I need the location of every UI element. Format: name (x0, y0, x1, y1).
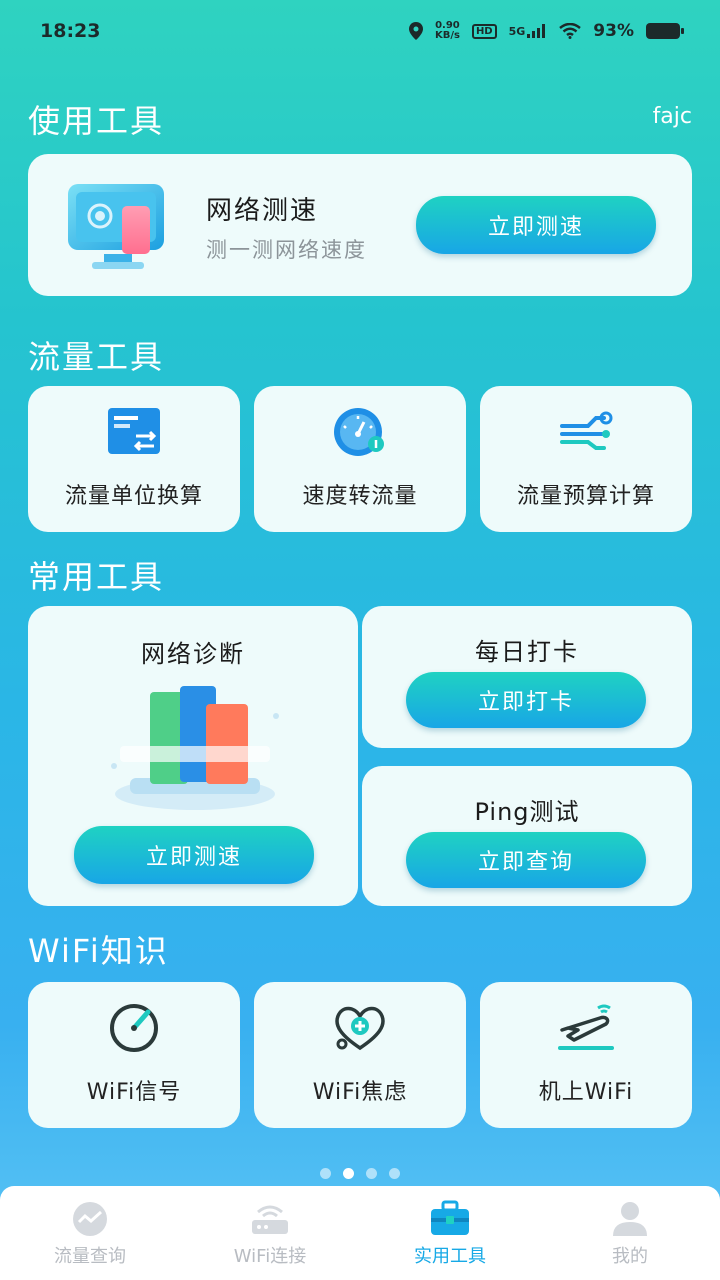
speed-test-card: 网络测速 测一测网络速度 立即测速 (28, 154, 692, 296)
page-dot[interactable] (366, 1168, 377, 1179)
nav-item-traffic-query[interactable]: 流量查询 (0, 1186, 180, 1280)
user-tag: fajc (652, 104, 692, 129)
nav-label: WiFi连接 (233, 1246, 307, 1267)
tool-budget-calc[interactable]: 流量预算计算 (480, 386, 692, 532)
tool-unit-convert[interactable]: 流量单位换算 (28, 386, 240, 532)
ping-test-card: Ping测试 立即查询 (362, 766, 692, 906)
diagnose-speed-test-button[interactable]: 立即测速 (74, 826, 314, 884)
profile-icon (613, 1202, 647, 1236)
unit-convert-icon (108, 408, 160, 454)
status-time: 18:23 (40, 20, 101, 42)
tool-label: 流量预算计算 (516, 484, 655, 509)
status-bar: 18:23 0.90 KB/s HD 5G 93% (0, 0, 720, 62)
tool-label: 速度转流量 (302, 484, 418, 509)
section-title-use-tools: 使用工具 (28, 102, 165, 140)
signal-gauge-icon (110, 1004, 158, 1052)
speed-test-subtitle: 测一测网络速度 (206, 238, 367, 262)
nav-item-profile[interactable]: 我的 (540, 1186, 720, 1280)
ping-query-button[interactable]: 立即查询 (406, 832, 646, 888)
airplane-wifi-icon (558, 1004, 614, 1050)
tool-speed-to-traffic[interactable]: 速度转流量 (254, 386, 466, 532)
network-diagnose-card: 网络诊断 立即测速 (28, 606, 358, 906)
speed-test-title: 网络测速 (206, 196, 319, 226)
nav-item-wifi-connect[interactable]: WiFi连接 (180, 1186, 360, 1280)
network-diagnose-title: 网络诊断 (141, 640, 245, 668)
start-speed-test-button[interactable]: 立即测速 (416, 196, 656, 254)
signal-5g: 5G (509, 24, 548, 38)
nav-label: 我的 (612, 1246, 648, 1267)
page-indicator (0, 1168, 720, 1179)
wifi-anxiety-card[interactable]: WiFi焦虑 (254, 982, 466, 1128)
wifi-status-icon (559, 23, 582, 39)
battery-icon (646, 23, 684, 39)
network-speed: 0.90 KB/s (434, 20, 460, 41)
nav-label: 流量查询 (54, 1246, 126, 1267)
books-illustration-icon (111, 686, 279, 810)
nav-label: 实用工具 (414, 1246, 486, 1267)
traffic-query-icon (73, 1202, 107, 1236)
daily-checkin-title: 每日打卡 (475, 638, 579, 666)
section-title-wifi-knowledge: WiFi知识 (28, 932, 169, 970)
budget-calc-icon (560, 411, 613, 450)
inflight-wifi-card[interactable]: 机上WiFi (480, 982, 692, 1128)
wifi-signal-card[interactable]: WiFi信号 (28, 982, 240, 1128)
checkin-button[interactable]: 立即打卡 (406, 672, 646, 728)
battery-percent: 93% (593, 21, 634, 41)
card-label: WiFi信号 (86, 1080, 182, 1105)
status-icons: 0.90 KB/s HD 5G 93% (408, 20, 684, 41)
card-label: WiFi焦虑 (312, 1080, 408, 1105)
toolbox-icon (431, 1200, 469, 1235)
router-icon (252, 1205, 288, 1234)
ping-test-title: Ping测试 (474, 798, 580, 826)
monitor-phone-icon (68, 184, 164, 269)
section-title-traffic-tools: 流量工具 (28, 338, 165, 376)
bottom-nav: 流量查询 WiFi连接 实用工具 我的 (0, 1186, 720, 1280)
page-dot[interactable] (389, 1168, 400, 1179)
page-dot-active[interactable] (343, 1168, 354, 1179)
speedometer-icon (334, 408, 384, 456)
page-dot[interactable] (320, 1168, 331, 1179)
heart-stethoscope-icon (335, 1006, 385, 1051)
section-title-common-tools: 常用工具 (28, 558, 165, 596)
card-label: 机上WiFi (538, 1080, 634, 1105)
tool-label: 流量单位换算 (64, 484, 203, 509)
location-icon (408, 22, 423, 40)
hd-badge: HD (471, 23, 497, 39)
nav-item-tools[interactable]: 实用工具 (360, 1186, 540, 1280)
daily-checkin-card: 每日打卡 立即打卡 (362, 606, 692, 748)
